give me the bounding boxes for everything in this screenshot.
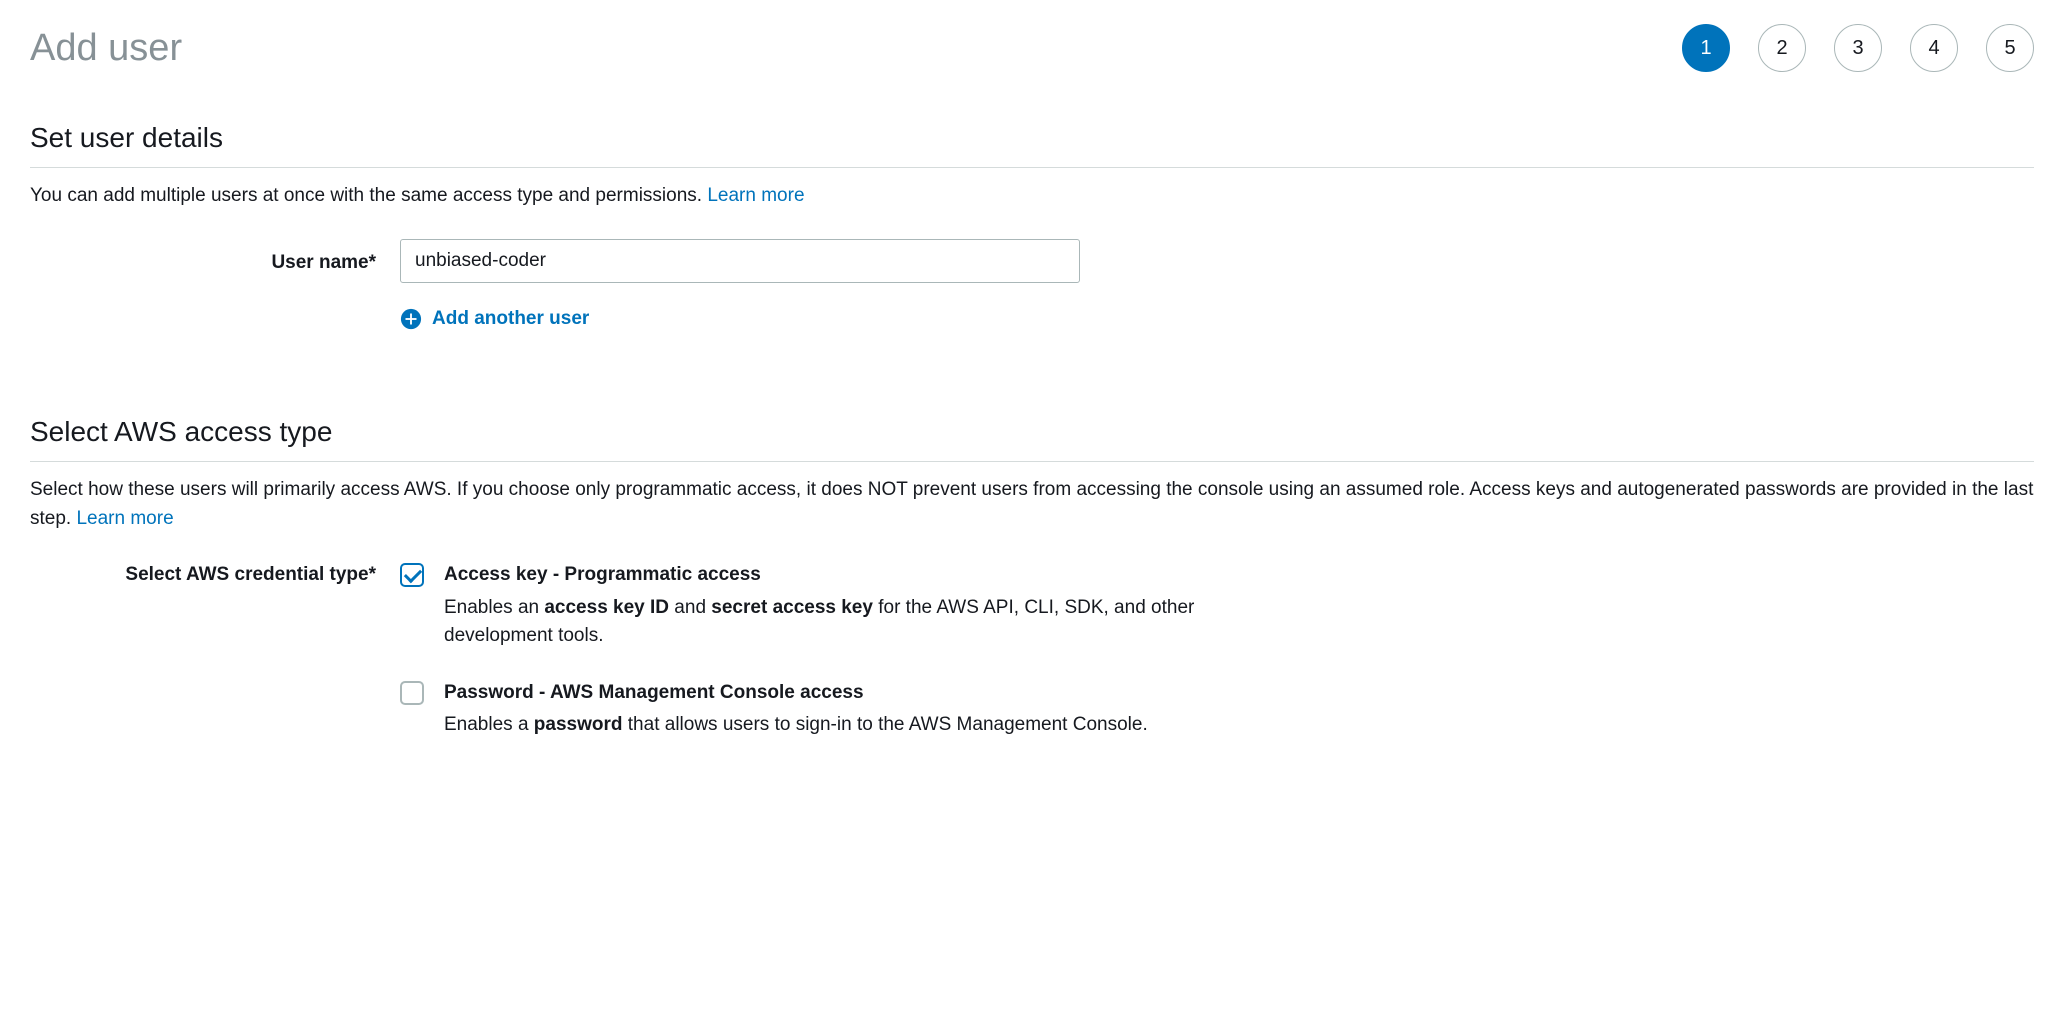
page-title: Add user [30, 20, 182, 77]
add-another-user-button[interactable]: Add another user [400, 305, 2034, 334]
checkbox-console-access[interactable] [400, 681, 424, 705]
step-5[interactable]: 5 [1986, 24, 2034, 72]
learn-more-link-user-details[interactable]: Learn more [707, 185, 804, 206]
step-2[interactable]: 2 [1758, 24, 1806, 72]
credential-option-programmatic-title: Access key - Programmatic access [444, 561, 1244, 590]
username-input[interactable] [400, 239, 1080, 283]
plus-circle-icon [400, 308, 422, 330]
username-label: User name* [30, 239, 400, 278]
checkbox-programmatic-access[interactable] [400, 563, 424, 587]
learn-more-link-access-type[interactable]: Learn more [76, 508, 173, 529]
step-1[interactable]: 1 [1682, 24, 1730, 72]
section-user-details-desc-text: You can add multiple users at once with … [30, 185, 707, 206]
section-access-type-desc: Select how these users will primarily ac… [30, 476, 2034, 533]
add-another-user-label: Add another user [432, 305, 589, 334]
section-access-type-desc-text: Select how these users will primarily ac… [30, 479, 2033, 529]
credential-type-label: Select AWS credential type* [30, 561, 400, 590]
step-4[interactable]: 4 [1910, 24, 1958, 72]
section-user-details-desc: You can add multiple users at once with … [30, 182, 2034, 211]
step-indicator: 1 2 3 4 5 [1682, 20, 2034, 72]
step-3[interactable]: 3 [1834, 24, 1882, 72]
credential-option-console-desc: Enables a password that allows users to … [444, 711, 1244, 740]
credential-option-programmatic: Access key - Programmatic access Enables… [400, 561, 2034, 651]
credential-option-console: Password - AWS Management Console access… [400, 679, 2034, 740]
section-access-type-title: Select AWS access type [30, 411, 2034, 462]
credential-option-console-title: Password - AWS Management Console access [444, 679, 1244, 708]
section-user-details-title: Set user details [30, 117, 2034, 168]
credential-option-programmatic-desc: Enables an access key ID and secret acce… [444, 594, 1244, 651]
